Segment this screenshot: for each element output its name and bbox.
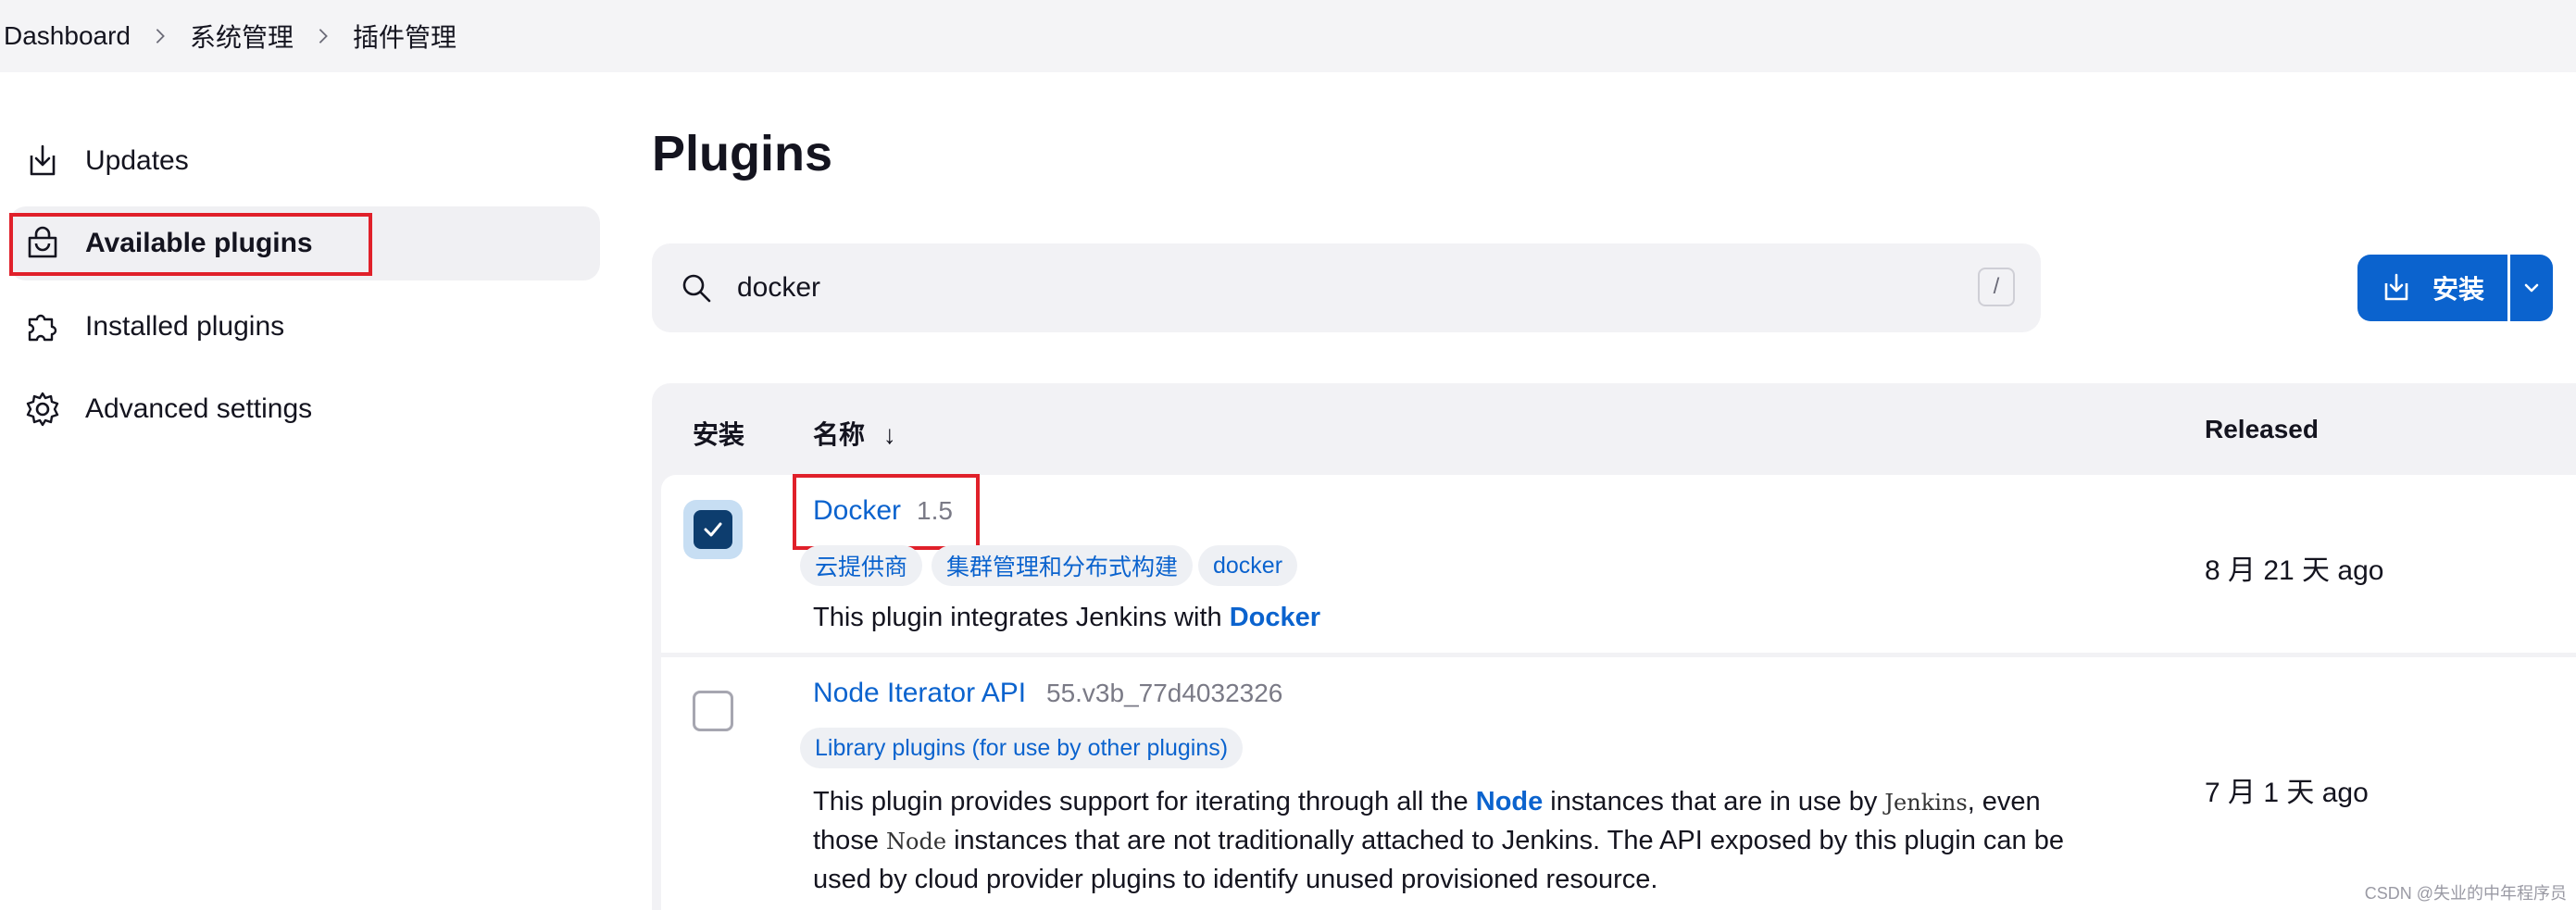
plugin-description: This plugin provides support for iterati…: [813, 783, 2128, 899]
chevron-right-icon: [294, 28, 353, 44]
released-date: 7 月 1 天 ago: [2205, 778, 2369, 808]
breadcrumb-system-management[interactable]: 系统管理: [190, 18, 294, 55]
checkmark-icon: [704, 522, 722, 537]
plugin-description: This plugin integrates Jenkins with Dock…: [813, 599, 1320, 637]
plugin-manager-page: Dashboard 系统管理 插件管理 Updates Available pl…: [0, 0, 2576, 910]
download-icon: [2384, 273, 2408, 301]
released-date: 8 月 21 天 ago: [2205, 555, 2384, 586]
plugin-version: 55.v3b_77d4032326: [1046, 679, 1283, 707]
plugin-tag[interactable]: 云提供商: [800, 545, 923, 586]
plugin-tag[interactable]: Library plugins (for use by other plugin…: [800, 728, 1244, 768]
description-text: instances that are in use by: [1543, 787, 1885, 817]
breadcrumb-dashboard[interactable]: Dashboard: [4, 21, 131, 51]
page-title: Plugins: [652, 126, 833, 181]
download-icon: [22, 141, 63, 181]
install-checkbox-node-iterator-api[interactable]: [693, 691, 733, 731]
column-header-name-label: 名称: [813, 420, 866, 449]
breadcrumb-plugin-management[interactable]: 插件管理: [353, 18, 456, 55]
description-text: , even: [1967, 787, 2041, 817]
sidebar-item-installed-plugins[interactable]: Installed plugins: [9, 290, 600, 364]
description-link[interactable]: Docker: [1230, 603, 1320, 632]
column-header-install: 安装: [693, 420, 745, 449]
install-button-label: 安装: [2432, 275, 2484, 304]
install-checkbox-docker[interactable]: [683, 500, 743, 559]
plugin-tag[interactable]: 集群管理和分布式构建: [932, 545, 1194, 586]
breadcrumb: Dashboard 系统管理 插件管理: [0, 0, 2576, 72]
highlight-box: [793, 474, 980, 550]
description-code: Node: [886, 829, 947, 854]
sidebar-item-advanced-settings[interactable]: Advanced settings: [9, 372, 600, 446]
puzzle-icon: [22, 306, 63, 347]
highlight-box: [9, 213, 372, 276]
sidebar-item-updates[interactable]: Updates: [9, 124, 600, 198]
description-text: This plugin integrates Jenkins with: [813, 603, 1230, 632]
sidebar-item-label: Updates: [85, 145, 189, 176]
install-dropdown-button[interactable]: [2510, 255, 2553, 321]
search-input[interactable]: [737, 272, 1941, 304]
chevron-down-icon: [2524, 283, 2539, 293]
description-text: used by cloud provider plugins to identi…: [813, 865, 1658, 894]
sort-arrow-icon: ↓: [882, 420, 896, 449]
plugin-tag[interactable]: docker: [1198, 545, 1298, 586]
column-header-released[interactable]: Released: [2205, 415, 2319, 444]
description-link[interactable]: Node: [1476, 787, 1544, 817]
gear-icon: [22, 389, 63, 430]
search-icon: [680, 271, 713, 305]
chevron-right-icon: [131, 28, 190, 44]
watermark: CSDN @失业的中年程序员: [2364, 884, 2567, 903]
sidebar-item-label: Installed plugins: [85, 311, 285, 342]
keyboard-shortcut-hint: /: [1978, 268, 2015, 306]
description-code: Jenkins: [1884, 790, 1968, 816]
description-text: those: [813, 826, 886, 855]
search-bar[interactable]: /: [652, 243, 2041, 332]
description-text: This plugin provides support for iterati…: [813, 787, 1476, 817]
plugin-name-link[interactable]: Node Iterator API: [813, 678, 1026, 709]
sidebar-item-label: Advanced settings: [85, 393, 313, 424]
description-text: instances that are not traditionally att…: [946, 826, 2064, 855]
install-button[interactable]: 安装: [2357, 255, 2507, 321]
column-header-name[interactable]: 名称 ↓: [813, 415, 896, 452]
